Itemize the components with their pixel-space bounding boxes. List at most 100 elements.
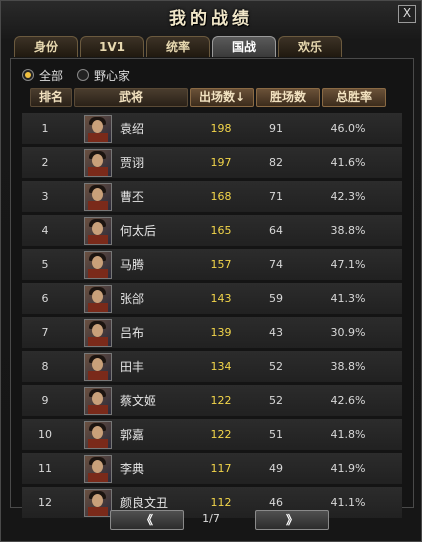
next-page-button[interactable]: 》 <box>255 510 329 530</box>
tab-identity[interactable]: 身份 <box>14 36 78 57</box>
wins-cell: 46 <box>269 496 283 509</box>
rank-cell: 1 <box>41 122 49 135</box>
general-portrait <box>84 250 112 279</box>
rank-cell: 4 <box>41 224 49 237</box>
rank-cell: 5 <box>41 258 49 271</box>
close-button[interactable]: X <box>398 5 416 23</box>
general-name-cell: 李典 <box>120 462 145 476</box>
header-general: 武将 <box>74 88 188 107</box>
general-portrait <box>84 148 112 177</box>
rank-cell: 7 <box>41 326 49 339</box>
filter-group: 全部 野心家 <box>22 66 130 84</box>
prev-page-button[interactable]: 《 <box>110 510 184 530</box>
wins-cell: 52 <box>269 394 283 407</box>
rank-cell: 12 <box>38 496 52 509</box>
win-rate-cell: 30.9% <box>330 326 366 339</box>
general-name-cell: 曹丕 <box>120 190 145 204</box>
games-cell: 165 <box>210 224 232 237</box>
table-row[interactable]: 10 郭嘉 122 51 41.8% <box>22 419 402 450</box>
rank-cell: 11 <box>38 462 52 475</box>
general-portrait <box>84 114 112 143</box>
table-row[interactable]: 1 袁绍 198 91 46.0% <box>22 113 402 144</box>
games-cell: 168 <box>210 190 232 203</box>
general-list: 1 袁绍 198 91 46.0% 2 贾诩 197 82 41.6% 3 曹丕 168 71 42.3% 4… <box>22 113 402 521</box>
games-cell: 143 <box>210 292 232 305</box>
tab-fun[interactable]: 欢乐 <box>278 36 342 57</box>
wins-cell: 43 <box>269 326 283 339</box>
general-portrait <box>84 318 112 347</box>
win-rate-cell: 41.1% <box>330 496 366 509</box>
tab-1v1[interactable]: 1V1 <box>80 36 144 57</box>
games-cell: 157 <box>210 258 232 271</box>
games-cell: 122 <box>210 428 232 441</box>
wins-cell: 64 <box>269 224 283 237</box>
general-name-cell: 袁绍 <box>120 122 145 136</box>
wins-cell: 82 <box>269 156 283 169</box>
header-games-label: 出场数 <box>198 90 235 104</box>
win-rate-cell: 38.8% <box>330 224 366 237</box>
tab-kingdom-war[interactable]: 国战 <box>212 36 276 57</box>
games-cell: 197 <box>210 156 232 169</box>
win-rate-cell: 42.6% <box>330 394 366 407</box>
rank-cell: 3 <box>41 190 49 203</box>
mode-tabs: 身份 1V1 统率 国战 欢乐 <box>14 36 342 58</box>
general-portrait <box>84 284 112 313</box>
header-wins-sort-button[interactable]: 胜场数 <box>256 88 320 107</box>
general-portrait <box>84 420 112 449</box>
table-row[interactable]: 3 曹丕 168 71 42.3% <box>22 181 402 212</box>
games-cell: 122 <box>210 394 232 407</box>
header-rank: 排名 <box>30 88 72 107</box>
general-portrait <box>84 182 112 211</box>
rank-cell: 9 <box>41 394 49 407</box>
games-cell: 198 <box>210 122 232 135</box>
general-name-cell: 马腾 <box>120 258 145 272</box>
win-rate-cell: 38.8% <box>330 360 366 373</box>
wins-cell: 59 <box>269 292 283 305</box>
general-name-cell: 田丰 <box>120 360 145 374</box>
games-cell: 139 <box>210 326 232 339</box>
wins-cell: 91 <box>269 122 283 135</box>
general-name-cell: 贾诩 <box>120 156 145 170</box>
rank-cell: 8 <box>41 360 49 373</box>
wins-cell: 74 <box>269 258 283 271</box>
general-portrait <box>84 352 112 381</box>
win-rate-cell: 41.3% <box>330 292 366 305</box>
win-rate-cell: 41.6% <box>330 156 366 169</box>
wins-cell: 49 <box>269 462 283 475</box>
win-rate-cell: 42.3% <box>330 190 366 203</box>
win-rate-cell: 47.1% <box>330 258 366 271</box>
rank-cell: 10 <box>38 428 52 441</box>
wins-cell: 51 <box>269 428 283 441</box>
table-row[interactable]: 5 马腾 157 74 47.1% <box>22 249 402 280</box>
table-row[interactable]: 6 张郃 143 59 41.3% <box>22 283 402 314</box>
general-name-cell: 蔡文姬 <box>120 394 157 408</box>
tab-command[interactable]: 统率 <box>146 36 210 57</box>
general-name-cell: 张郃 <box>120 292 145 306</box>
page-indicator: 1/7 <box>202 512 220 525</box>
games-cell: 117 <box>210 462 232 475</box>
pagination: 《 1/7 》 <box>0 510 422 530</box>
table-row[interactable]: 4 何太后 165 64 38.8% <box>22 215 402 246</box>
filter-ambitious-radio[interactable]: 野心家 <box>77 66 130 84</box>
radio-selected-icon <box>22 69 34 81</box>
radio-unselected-icon <box>77 69 90 81</box>
filter-ambitious-label: 野心家 <box>94 68 131 83</box>
sort-down-arrow-icon: ↓ <box>234 90 246 104</box>
table-row[interactable]: 2 贾诩 197 82 41.6% <box>22 147 402 178</box>
general-name-cell: 何太后 <box>120 224 157 238</box>
win-rate-cell: 41.8% <box>330 428 366 441</box>
games-cell: 134 <box>210 360 232 373</box>
header-games-sort-button[interactable]: 出场数↓ <box>190 88 254 107</box>
wins-cell: 52 <box>269 360 283 373</box>
games-cell: 112 <box>210 496 232 509</box>
table-row[interactable]: 8 田丰 134 52 38.8% <box>22 351 402 382</box>
table-row[interactable]: 9 蔡文姬 122 52 42.6% <box>22 385 402 416</box>
wins-cell: 71 <box>269 190 283 203</box>
general-name-cell: 颜良文丑 <box>120 496 169 510</box>
general-portrait <box>84 386 112 415</box>
filter-all-radio[interactable]: 全部 <box>22 66 63 84</box>
table-row[interactable]: 7 吕布 139 43 30.9% <box>22 317 402 348</box>
table-row[interactable]: 11 李典 117 49 41.9% <box>22 453 402 484</box>
filter-all-label: 全部 <box>39 68 64 83</box>
header-rate-sort-button[interactable]: 总胜率 <box>322 88 386 107</box>
